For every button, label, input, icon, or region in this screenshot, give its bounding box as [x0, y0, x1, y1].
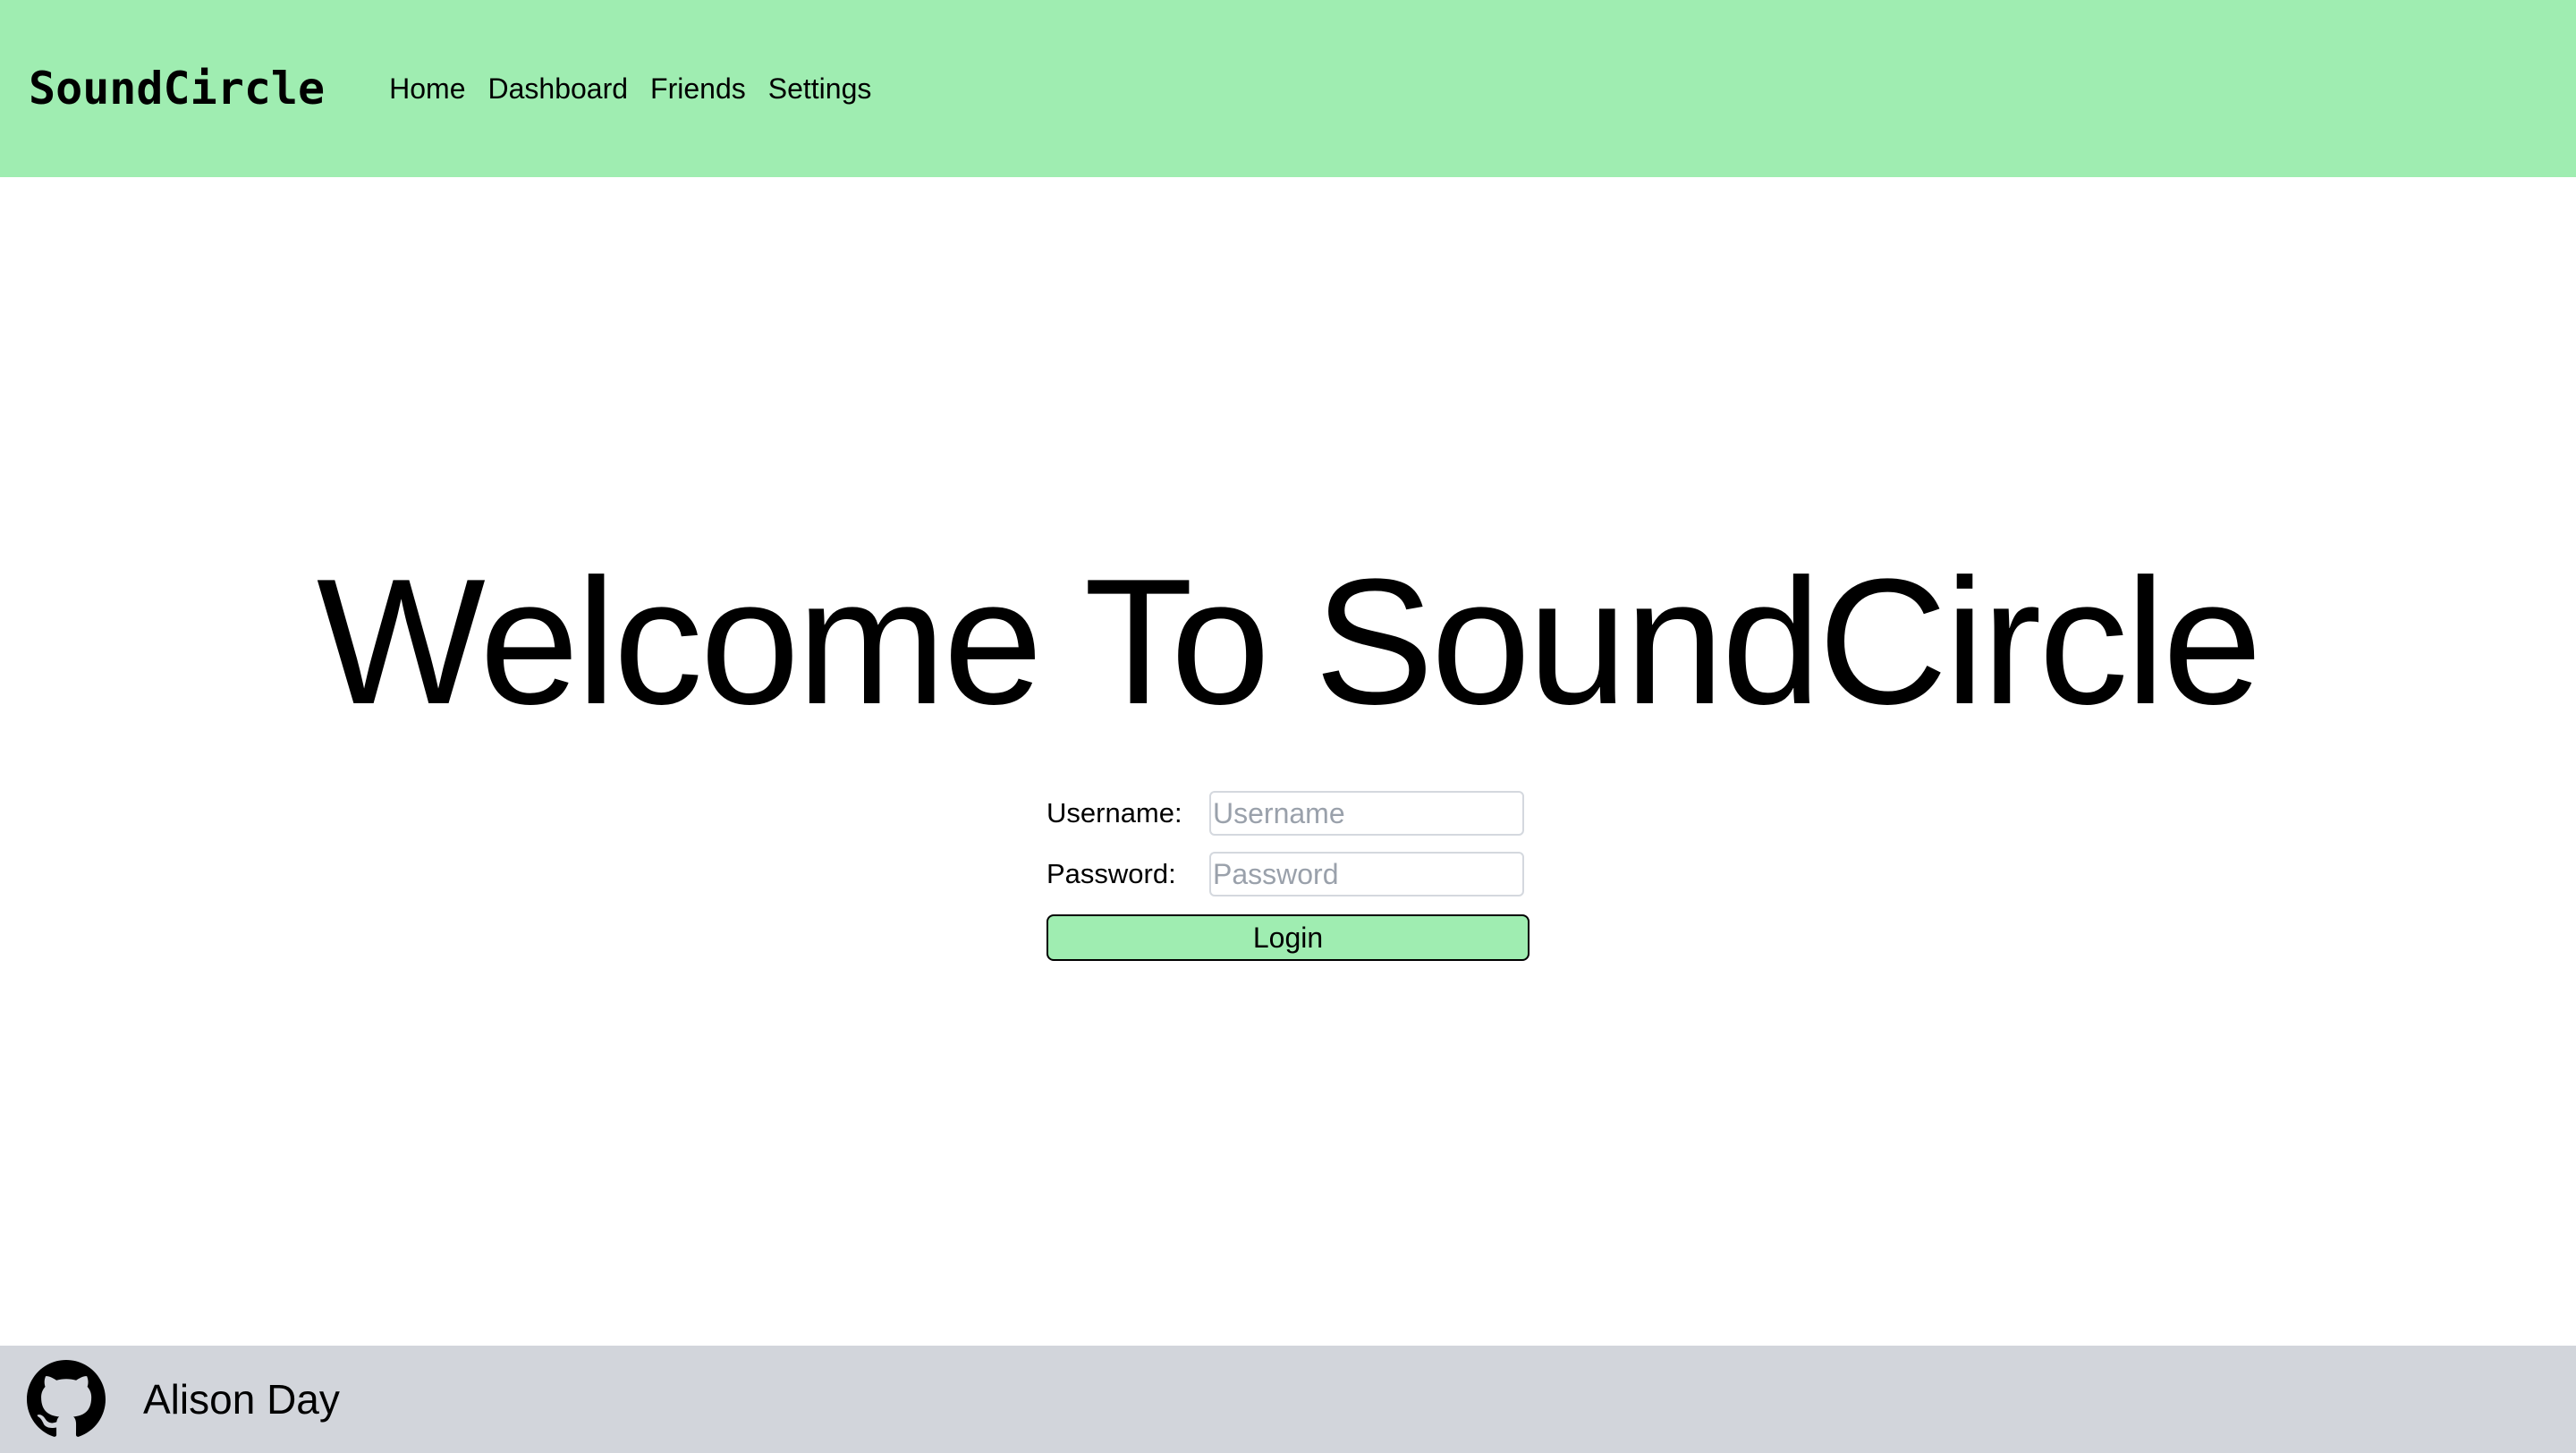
brand-logo-link[interactable]: SoundCircle — [29, 63, 325, 115]
footer-author-name: Alison Day — [143, 1376, 340, 1423]
password-input[interactable] — [1209, 852, 1524, 896]
username-row: Username: — [1046, 789, 1530, 837]
nav-link-friends[interactable]: Friends — [650, 72, 746, 106]
footer: Alison Day — [0, 1346, 2576, 1453]
top-navbar: SoundCircle Home Dashboard Friends Setti… — [0, 0, 2576, 177]
username-label: Username: — [1046, 797, 1182, 828]
password-label: Password: — [1046, 858, 1176, 889]
page: SoundCircle Home Dashboard Friends Setti… — [0, 0, 2576, 1453]
github-icon-graphic — [27, 1360, 106, 1437]
username-input[interactable] — [1209, 791, 1524, 836]
nav-link-home[interactable]: Home — [389, 72, 465, 106]
main-nav: Home Dashboard Friends Settings — [389, 72, 894, 106]
login-form: Username: Password: Login — [1046, 789, 1530, 961]
nav-link-settings[interactable]: Settings — [768, 72, 872, 106]
github-icon[interactable] — [27, 1360, 106, 1439]
page-title: Welcome To SoundCircle — [316, 542, 2262, 742]
login-button[interactable]: Login — [1046, 914, 1530, 961]
nav-link-dashboard[interactable]: Dashboard — [488, 72, 629, 106]
password-row: Password: — [1046, 850, 1530, 898]
